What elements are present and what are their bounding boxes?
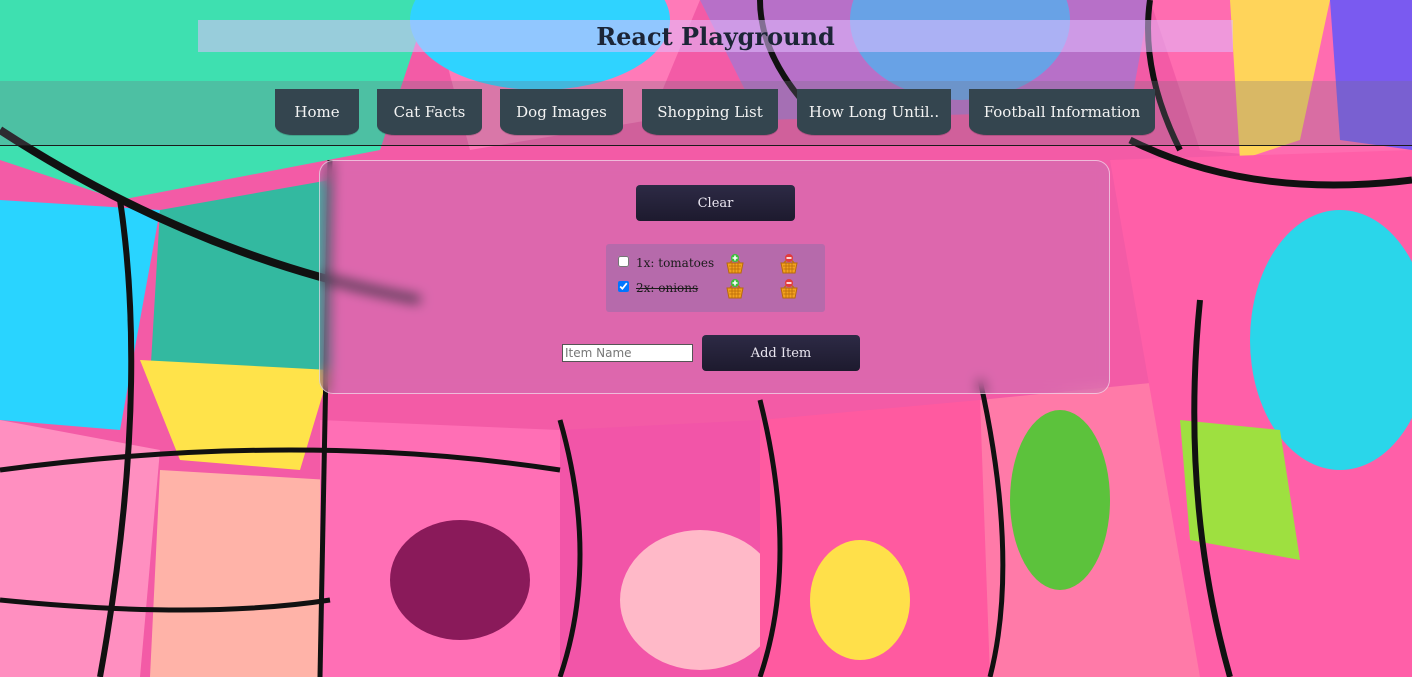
add-item-button[interactable]: Add Item [702, 335, 860, 371]
nav-item-home[interactable]: Home [275, 89, 359, 135]
item-checkbox[interactable] [618, 256, 629, 267]
nav-item-shopping-list[interactable]: Shopping List [642, 89, 778, 135]
nav-item-dog-images[interactable]: Dog Images [500, 89, 623, 135]
main-nav: Home Cat Facts Dog Images Shopping List … [0, 89, 1412, 137]
basket-remove-icon[interactable] [778, 253, 800, 275]
item-checkbox[interactable] [618, 281, 629, 292]
item-name-input[interactable] [562, 344, 693, 362]
clear-button[interactable]: Clear [636, 185, 795, 221]
basket-add-icon[interactable] [724, 278, 746, 300]
basket-add-icon[interactable] [724, 253, 746, 275]
item-label: 1x: tomatoes [636, 256, 715, 270]
page-title: React Playground [596, 22, 835, 51]
basket-remove-icon[interactable] [778, 278, 800, 300]
nav-item-cat-facts[interactable]: Cat Facts [377, 89, 482, 135]
list-item: 1x: tomatoes [618, 253, 818, 275]
item-label: 2x: onions [636, 281, 699, 295]
nav-item-football-information[interactable]: Football Information [969, 89, 1155, 135]
list-item: 2x: onions [618, 278, 818, 300]
nav-item-how-long-until[interactable]: How Long Until.. [797, 89, 951, 135]
